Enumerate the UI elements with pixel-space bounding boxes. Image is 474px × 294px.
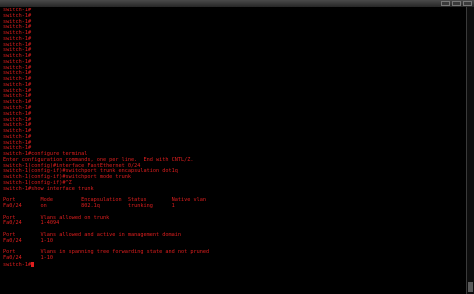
scrollbar-thumb[interactable]	[468, 282, 473, 292]
prompt-line[interactable]: switch-1#	[3, 261, 463, 267]
maximize-button[interactable]	[452, 1, 461, 6]
terminal-output[interactable]: switch-1# switch-1# switch-1# switch-1# swit…	[3, 8, 463, 294]
text-cursor	[31, 261, 35, 267]
scrollbar[interactable]	[466, 7, 474, 294]
title-bar[interactable]	[0, 0, 474, 7]
close-button[interactable]	[463, 1, 472, 6]
minimize-button[interactable]	[441, 1, 450, 6]
terminal-window: switch-1# switch-1# switch-1# switch-1# swit…	[0, 0, 474, 294]
window-controls	[441, 1, 472, 6]
